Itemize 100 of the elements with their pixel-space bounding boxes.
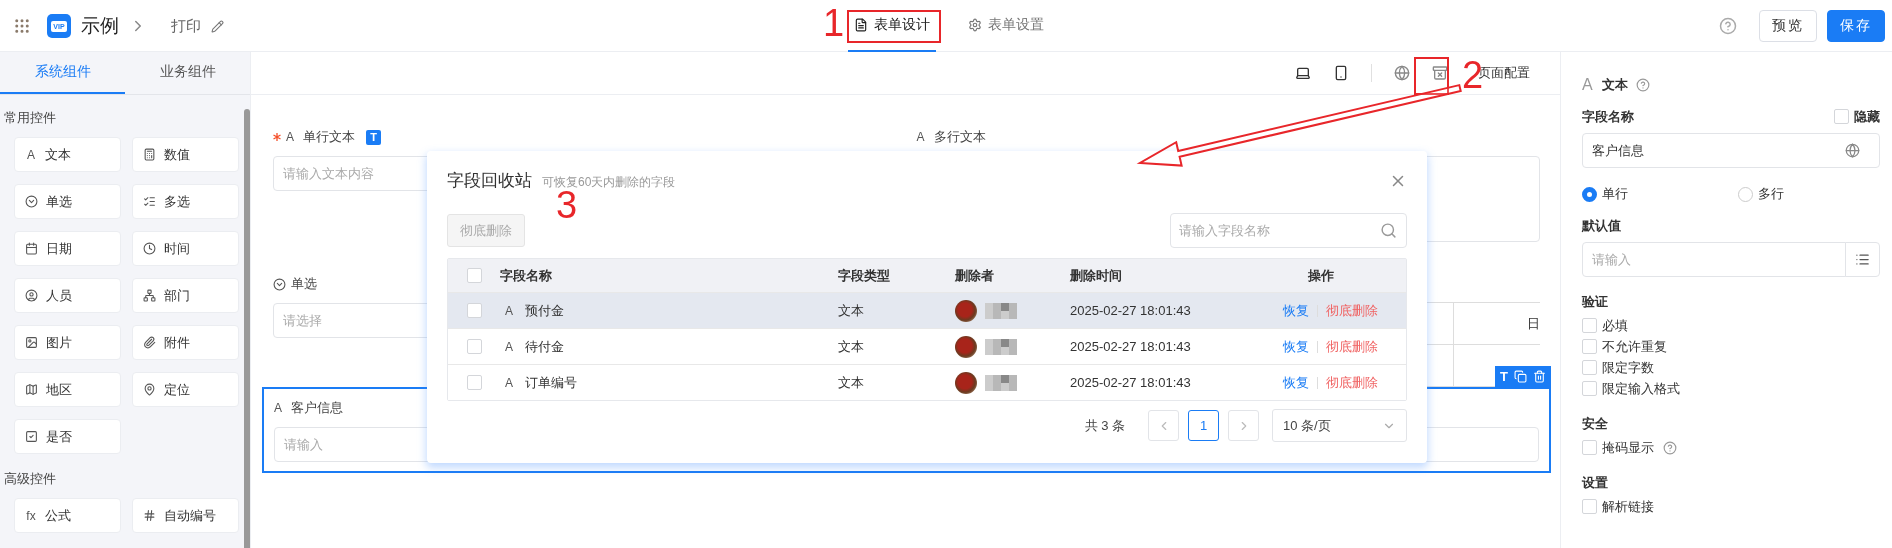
list-icon [1855, 252, 1870, 267]
page-size-select[interactable]: 10 条/页 [1272, 409, 1407, 442]
edit-icon[interactable] [211, 19, 224, 33]
component-item[interactable]: 自动编号 [132, 498, 239, 533]
component-item[interactable]: 日期 [14, 231, 121, 266]
trash-icon[interactable] [1533, 370, 1546, 383]
chevron-circle-icon [273, 277, 286, 291]
component-item[interactable]: 定位 [132, 372, 239, 407]
section-title: 默认值 [1582, 217, 1622, 235]
search-field[interactable]: 请输入字段名称 [1170, 213, 1407, 248]
table-cell: 日 [1453, 303, 1540, 345]
type-glyph-icon: A [505, 375, 517, 390]
field-label: 客户信息 [291, 399, 343, 417]
phone-icon[interactable] [1333, 65, 1349, 81]
text-type-badge[interactable]: T [1500, 369, 1508, 384]
archive-icon[interactable] [1432, 65, 1448, 81]
type-glyph-icon: A [1582, 76, 1594, 94]
checkbox[interactable] [1834, 109, 1849, 124]
clock-icon [143, 242, 156, 255]
checkbox-icon [25, 430, 38, 443]
prev-page-button[interactable] [1148, 410, 1179, 441]
checkbox[interactable] [466, 375, 482, 390]
restore-link[interactable]: 恢复 [1283, 337, 1309, 356]
section-title: 高级控件 [4, 470, 57, 488]
scrollbar[interactable] [244, 109, 250, 548]
app-name: 示例 [81, 14, 119, 38]
component-item[interactable]: 图片 [14, 325, 121, 360]
column-header: 删除者 [955, 266, 995, 285]
help-icon[interactable] [1636, 78, 1650, 92]
avatar-icon [955, 371, 977, 394]
copy-icon[interactable] [1514, 370, 1527, 383]
next-page-button[interactable] [1228, 410, 1259, 441]
app-grid-icon[interactable] [13, 17, 31, 35]
restore-link[interactable]: 恢复 [1283, 373, 1309, 392]
component-item[interactable]: 单选 [14, 184, 121, 219]
radio-label: 单行 [1602, 185, 1628, 203]
component-item[interactable]: 时间 [132, 231, 239, 266]
component-item[interactable]: A 文本 [14, 137, 121, 172]
section-title: 设置 [1582, 474, 1609, 492]
table-cell: 2025-02-27 18:01:43 [1070, 339, 1191, 354]
sidebar-tab[interactable]: 业务组件 [125, 52, 250, 94]
component-item[interactable]: 数值 [132, 137, 239, 172]
table-cell: 2025-02-27 18:01:43 [1070, 375, 1191, 390]
column-header: 删除时间 [1070, 266, 1123, 285]
mode-tab[interactable]: 表单设置 [962, 0, 1050, 52]
checkbox[interactable] [1582, 440, 1597, 455]
image-icon [25, 336, 38, 349]
component-item[interactable]: 部门 [132, 278, 239, 313]
field-label: 单选 [291, 275, 317, 293]
globe-icon[interactable] [1394, 65, 1410, 81]
checkbox[interactable] [1582, 381, 1597, 396]
radio-button[interactable] [1582, 186, 1597, 202]
preview-button[interactable]: 预览 [1759, 10, 1817, 42]
component-item[interactable]: 多选 [132, 184, 239, 219]
avatar-icon [955, 335, 977, 358]
checkbox[interactable] [1582, 339, 1597, 354]
laptop-icon[interactable] [1295, 65, 1311, 81]
redacted-name [985, 338, 1017, 355]
checkbox-label: 限定输入格式 [1602, 379, 1680, 398]
column-header: 操作 [1306, 266, 1335, 285]
help-icon[interactable] [1719, 17, 1737, 35]
user-circle-icon [25, 289, 38, 302]
chevron-circle-icon [25, 195, 38, 208]
help-icon[interactable] [1663, 440, 1677, 455]
table-cell: 文本 [838, 337, 864, 356]
save-button[interactable]: 保存 [1827, 10, 1885, 42]
required-icon [273, 133, 281, 141]
type-glyph-icon: A [286, 130, 298, 144]
calculator-icon [143, 148, 156, 161]
redacted-name [985, 302, 1017, 319]
annotation-number: 1 [823, 4, 845, 42]
checkbox[interactable] [466, 268, 482, 283]
section-title: 安全 [1582, 415, 1609, 433]
component-item[interactable]: fx 公式 [14, 498, 121, 533]
breadcrumb-item[interactable]: 打印 [171, 16, 201, 36]
checkbox-label: 必填 [1602, 316, 1628, 335]
component-item[interactable]: 人员 [14, 278, 121, 313]
component-item[interactable]: 地区 [14, 372, 121, 407]
total-count: 共 3 条 [1084, 416, 1125, 435]
text-type-badge: T [366, 129, 381, 145]
checkbox[interactable] [1582, 499, 1597, 514]
checkbox[interactable] [466, 303, 482, 318]
checkbox-label: 解析链接 [1602, 497, 1654, 516]
org-chart-icon [143, 289, 156, 302]
checkbox[interactable] [466, 339, 482, 354]
checkbox[interactable] [1582, 360, 1597, 375]
checkbox[interactable] [1582, 318, 1597, 333]
list-button[interactable] [1845, 242, 1880, 277]
globe-icon[interactable] [1845, 143, 1860, 158]
page-button[interactable]: 1 [1188, 410, 1219, 441]
paperclip-icon [143, 336, 156, 349]
radio-label: 多行 [1758, 185, 1784, 203]
mode-tab[interactable]: 表单设计 [848, 0, 936, 52]
table-cell: 订单编号 [525, 373, 577, 392]
radio-button[interactable] [1738, 186, 1753, 202]
default-value-field[interactable]: 请输入 [1582, 242, 1846, 277]
sidebar-tab[interactable]: 系统组件 [0, 52, 125, 94]
component-item[interactable]: 附件 [132, 325, 239, 360]
name-field[interactable]: 客户信息 [1582, 133, 1880, 168]
component-item[interactable]: 是否 [14, 419, 121, 454]
